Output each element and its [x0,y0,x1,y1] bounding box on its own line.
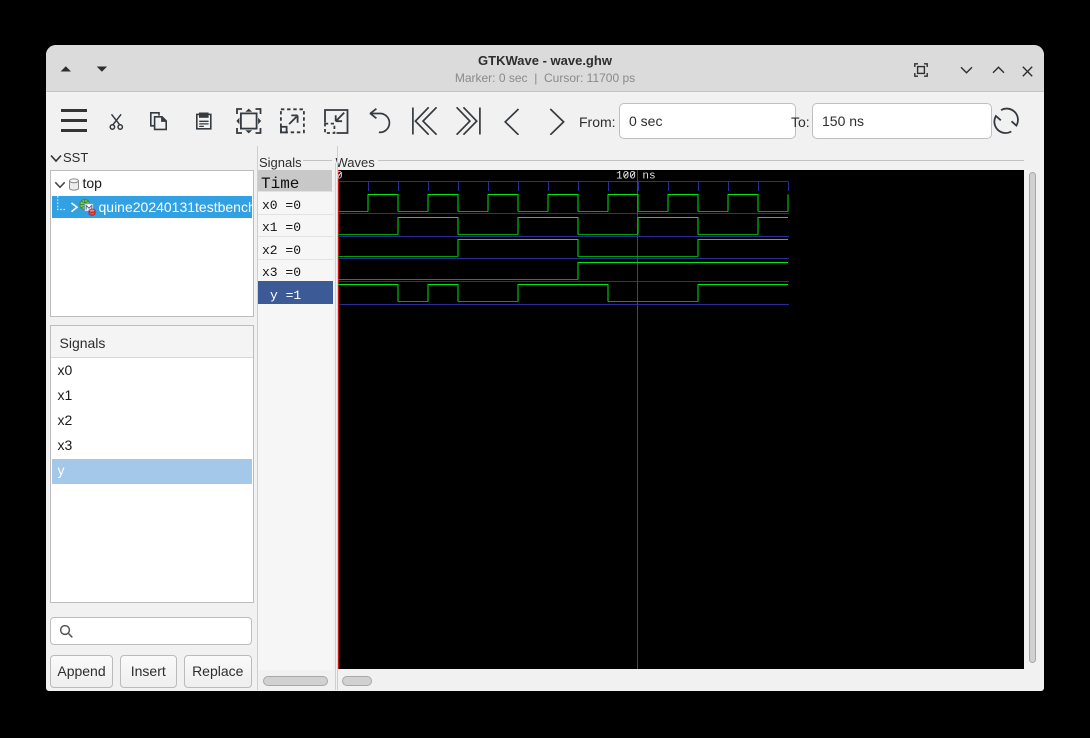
svg-text:100 ns: 100 ns [616,171,656,183]
